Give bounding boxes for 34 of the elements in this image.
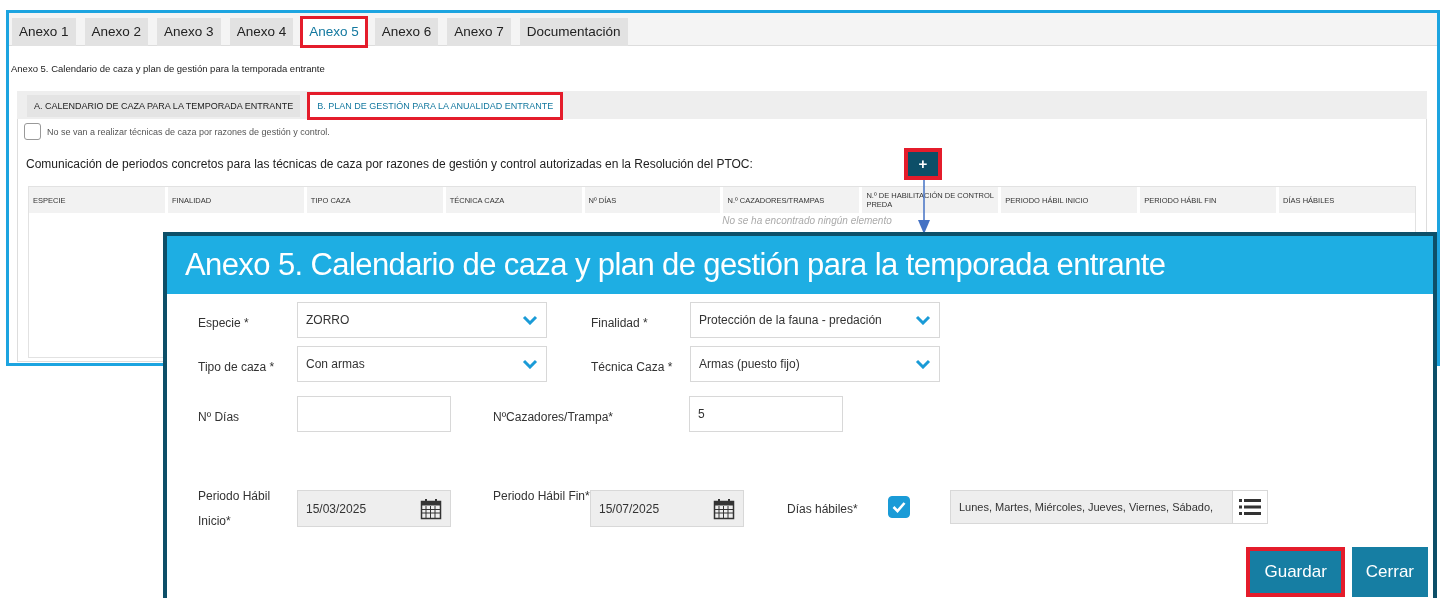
tab[interactable]: Anexo 4 [229,18,294,46]
tab[interactable]: Anexo 5 [302,18,366,46]
field-label: Tipo de caza * [198,359,276,376]
subtab[interactable]: B. PLAN DE GESTIÓN PARA LA ANUALIDAD ENTRANTE [310,95,561,117]
subtab[interactable]: A. CALENDARIO DE CAZA PARA LA TEMPORADA ENTRANTE [27,95,301,117]
field-label: Técnica Caza * [591,359,674,376]
page-heading: Anexo 5. Calendario de caza y plan de gestión para la temporada entrante [10,62,326,76]
multiselect-field[interactable]: Lunes, Martes, Miércoles, Jueves, Viernes, Sábado, [950,490,1268,524]
field-label: Especie * [198,315,250,332]
tab[interactable]: Anexo 2 [84,18,149,46]
tab[interactable]: Anexo 3 [157,18,221,46]
field-label: Periodo Hábil Fin* [493,488,590,505]
checkbox-label: No se van a realizar técnicas de caza por razones de gestión y control. [47,126,330,137]
dropdown[interactable]: ZORRO [297,302,547,338]
dropdown[interactable]: Armas (puesto fijo) [690,346,940,382]
field-label: Días hábiles* [787,501,859,518]
date-field[interactable]: 15/07/2025 [590,490,744,527]
dropdown[interactable]: Protección de la fauna - predación [690,302,940,338]
dialog-button[interactable]: Cerrar [1351,547,1428,597]
section-title: Comunicación de periodos concretos para las técnicas de caza por razones de gestión y control autorizadas en la Resolución del PTOC: [26,156,754,171]
modal-title: Anexo 5. Calendario de caza y plan de gestión para la temporada entrante [185,247,1166,283]
tab[interactable]: Anexo 7 [447,18,511,46]
date-field[interactable]: 15/03/2025 [297,490,451,527]
tab[interactable]: Anexo 6 [374,18,439,46]
dialog-button[interactable]: Guardar [1246,547,1345,597]
tab[interactable]: Documentación [519,18,628,46]
tab[interactable]: Anexo 1 [12,18,76,46]
dropdown[interactable]: Con armas [297,346,547,382]
field-label: Nº Días [198,409,241,426]
field-label: Periodo Hábil Inicio* [198,488,272,530]
field-label: Finalidad * [591,315,649,332]
input-field[interactable]: 5 [689,396,843,432]
field-label: NºCazadores/Trampa* [493,409,614,426]
empty-message: No se ha encontrado ningún elemento [722,214,892,226]
